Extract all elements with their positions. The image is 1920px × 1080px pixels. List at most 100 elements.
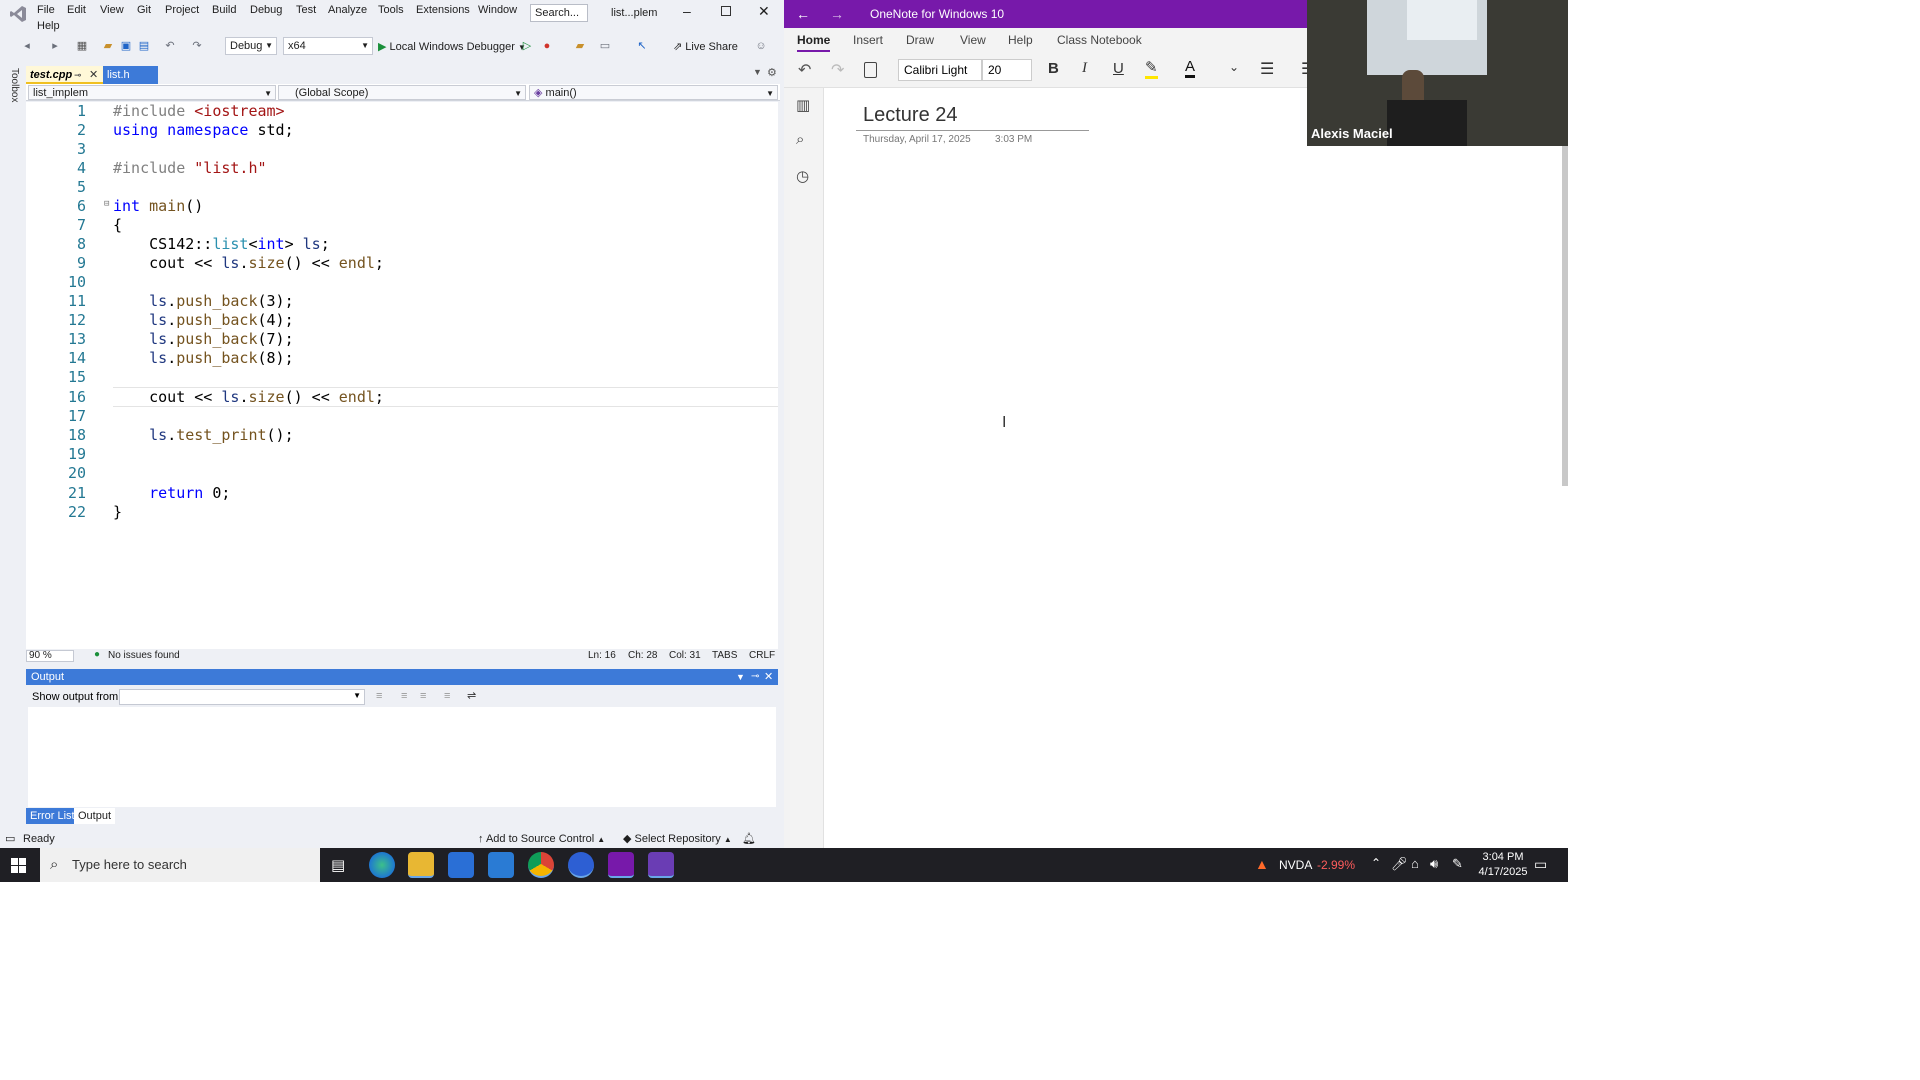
notifications-icon[interactable]: ▭ <box>1534 856 1547 873</box>
clock-date[interactable]: 4/17/2025 <box>1475 866 1531 878</box>
menu-window[interactable]: Window <box>478 3 517 17</box>
output-text-area[interactable] <box>28 707 776 807</box>
volume-icon[interactable]: 🔊︎ <box>1430 856 1438 872</box>
menu-build[interactable]: Build <box>212 3 236 17</box>
minimize-icon[interactable]: – <box>683 3 691 19</box>
clipboard-icon[interactable] <box>864 62 877 78</box>
menu-help[interactable]: Help <box>37 19 60 33</box>
bell-icon[interactable]: 🔔︎ <box>742 830 756 848</box>
recent-icon[interactable]: ◷ <box>796 167 809 185</box>
tab-view[interactable]: View <box>960 33 986 47</box>
code-editor[interactable]: 1 #include <iostream> 2 using namespace st… <box>26 102 778 649</box>
menu-view[interactable]: View <box>100 3 124 17</box>
zoom-dropdown[interactable]: 90 % <box>26 650 74 662</box>
clear-all-icon[interactable]: ≡ <box>444 690 450 702</box>
menu-tools[interactable]: Tools <box>378 3 404 17</box>
tab-home[interactable]: Home <box>797 33 831 52</box>
tabs-indicator[interactable]: TABS <box>712 650 737 661</box>
prev-message-icon[interactable]: ≡ <box>401 690 407 702</box>
close-icon[interactable]: ✕ <box>758 3 770 20</box>
save-all-icon[interactable]: ▤ <box>137 39 151 53</box>
toolbox-label[interactable]: Toolbox <box>6 68 20 108</box>
pin-icon[interactable]: ⊸ <box>74 66 82 84</box>
forward-icon[interactable]: ▸ <box>48 39 62 53</box>
word-wrap-icon[interactable]: ⇌ <box>467 689 476 702</box>
tab-insert[interactable]: Insert <box>853 33 883 47</box>
collapse-icon[interactable]: ⊟ <box>104 199 109 209</box>
page-title[interactable]: Lecture 24 <box>863 104 958 127</box>
chevron-up-icon[interactable]: ⌃ <box>1371 856 1381 870</box>
tab-class-notebook[interactable]: Class Notebook <box>1057 33 1142 47</box>
start-without-debug-icon[interactable]: ▷ <box>520 39 534 53</box>
highlighter-icon[interactable]: ✎ <box>1145 58 1158 79</box>
menu-project[interactable]: Project <box>165 3 199 17</box>
chevron-down-icon[interactable]: ▼ <box>753 67 762 77</box>
undo-icon[interactable]: ↶ <box>163 39 177 53</box>
store-icon[interactable] <box>448 852 474 878</box>
forward-arrow-icon[interactable]: → <box>830 0 844 28</box>
page-scrollbar[interactable] <box>1562 146 1568 486</box>
maximize-icon[interactable] <box>721 6 731 16</box>
windows-start-icon[interactable] <box>11 858 26 873</box>
file-explorer-icon[interactable] <box>408 852 434 878</box>
folder-view-icon[interactable]: ▰ <box>573 39 587 53</box>
network-icon[interactable]: ⌂ <box>1411 856 1419 871</box>
eol-indicator[interactable]: CRLF <box>749 650 775 661</box>
save-icon[interactable]: ▣ <box>119 39 133 53</box>
chat-icon[interactable]: ▭ <box>5 830 15 848</box>
back-arrow-icon[interactable]: ← <box>796 0 810 28</box>
menu-edit[interactable]: Edit <box>67 3 86 17</box>
issues-label[interactable]: No issues found <box>108 650 180 661</box>
tab-draw[interactable]: Draw <box>906 33 934 47</box>
toolbox-strip[interactable]: Toolbox <box>4 66 22 836</box>
project-dropdown[interactable]: list_implem ▼ <box>28 85 276 100</box>
search-icon[interactable]: ⌕ <box>796 131 804 148</box>
config-dropdown[interactable]: Debug ▼ <box>225 37 277 55</box>
tab-list-h[interactable]: list.h <box>103 66 158 84</box>
tab-output[interactable]: Output <box>74 808 116 824</box>
mail-icon[interactable] <box>488 852 514 878</box>
font-color-icon[interactable]: A <box>1185 58 1196 78</box>
back-icon[interactable]: ◂ <box>20 39 34 53</box>
pointer-icon[interactable]: ↖ <box>635 39 649 53</box>
menu-extensions[interactable]: Extensions <box>416 3 470 17</box>
layout-icon[interactable]: ▭ <box>598 39 612 53</box>
platform-dropdown[interactable]: x64 ▼ <box>283 37 373 55</box>
italic-icon[interactable]: I <box>1082 60 1087 77</box>
tab-error-list[interactable]: Error List <box>26 808 79 824</box>
font-size-box[interactable]: 20 <box>982 59 1032 81</box>
menu-git[interactable]: Git <box>137 3 151 17</box>
open-folder-icon[interactable]: ▰ <box>101 39 115 53</box>
feedback-icon[interactable]: ☺ <box>754 39 768 53</box>
pen-icon[interactable]: ✎ <box>1452 856 1463 872</box>
taskbar-search-box[interactable]: ⌕ Type here to search <box>40 848 320 882</box>
add-source-control-button[interactable]: ↑ Add to Source Control ▲ <box>478 830 605 849</box>
notebooks-icon[interactable]: ▥ <box>796 96 810 114</box>
chrome-icon[interactable] <box>528 852 554 878</box>
select-repository-button[interactable]: ◆ Select Repository ▲ <box>623 830 732 849</box>
output-source-dropdown[interactable]: ▼ <box>119 689 365 705</box>
stock-name[interactable]: NVDA <box>1279 858 1312 872</box>
chevron-down-icon[interactable]: ⌄ <box>1229 60 1239 74</box>
visual-studio-icon[interactable] <box>648 852 674 878</box>
pin-icon[interactable]: ⊸ <box>751 669 759 685</box>
bold-icon[interactable]: B <box>1048 60 1059 77</box>
font-name-box[interactable]: Calibri Light <box>898 59 982 81</box>
find-message-icon[interactable]: ≡ <box>376 690 382 702</box>
menu-analyze[interactable]: Analyze <box>328 3 367 17</box>
live-share-button[interactable]: ⇗ Live Share <box>673 38 738 56</box>
zoom-icon[interactable] <box>568 852 594 878</box>
vs-search-box[interactable]: Search... <box>530 4 588 22</box>
menu-debug[interactable]: Debug <box>250 3 282 17</box>
redo-icon[interactable]: ↷ <box>831 60 844 80</box>
start-debugger-button[interactable]: ▶ Local Windows Debugger ▼ <box>378 38 526 56</box>
menu-file[interactable]: File <box>37 3 55 17</box>
hot-reload-icon[interactable]: ● <box>540 39 554 53</box>
menu-test[interactable]: Test <box>296 3 316 17</box>
close-icon[interactable]: ✕ <box>764 669 773 685</box>
tab-help[interactable]: Help <box>1008 33 1033 47</box>
redo-icon[interactable]: ↷ <box>190 39 204 53</box>
gear-icon[interactable]: ⚙ <box>767 66 777 79</box>
bullet-list-icon[interactable]: ☰ <box>1260 59 1274 79</box>
clock-time[interactable]: 3:04 PM <box>1481 851 1525 863</box>
